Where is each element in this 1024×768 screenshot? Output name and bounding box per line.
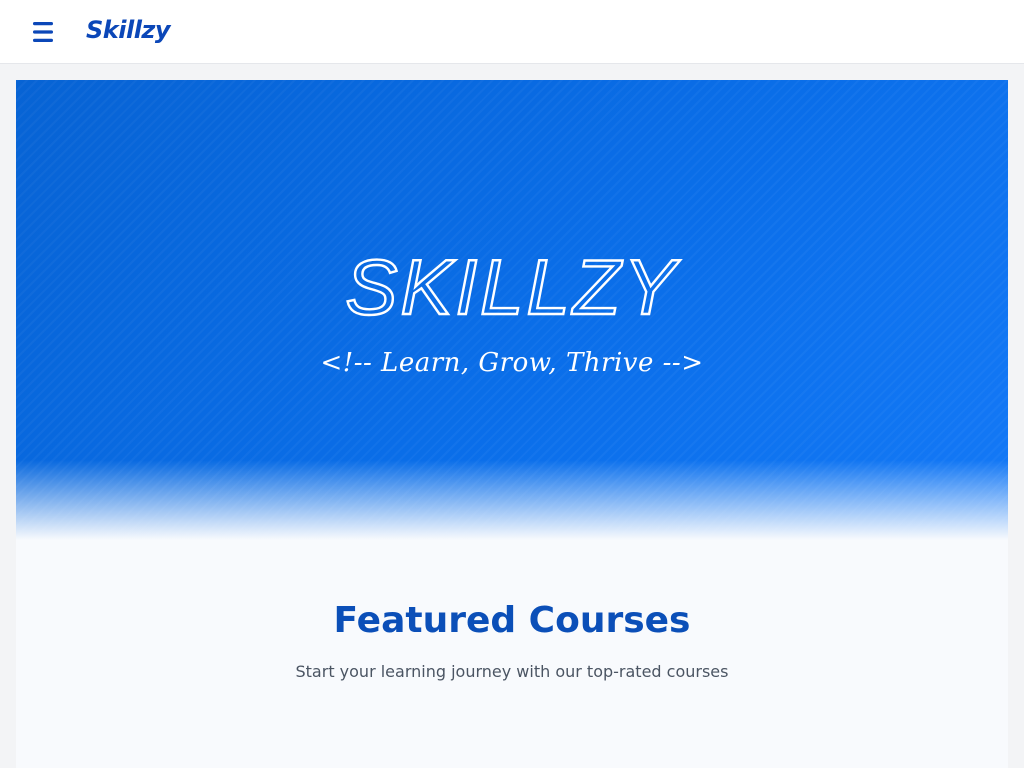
- main-content: SKILLZY <!-- Learn, Grow, Thrive --> Fea…: [16, 80, 1008, 768]
- brand-logo[interactable]: Skillzy: [86, 16, 171, 44]
- hero-banner: SKILLZY <!-- Learn, Grow, Thrive -->: [16, 80, 1008, 540]
- featured-courses-subtitle: Start your learning journey with our top…: [295, 662, 729, 681]
- hero-title-text: SKILLZY: [345, 243, 680, 331]
- hero-title: SKILLZY: [16, 240, 1008, 334]
- hero-tagline: <!-- Learn, Grow, Thrive -->: [320, 348, 704, 378]
- hero-fade: [16, 460, 1008, 540]
- hamburger-menu-icon[interactable]: [32, 21, 54, 43]
- top-navbar: Skillzy: [0, 0, 1024, 64]
- featured-courses-heading: Featured Courses: [333, 600, 691, 641]
